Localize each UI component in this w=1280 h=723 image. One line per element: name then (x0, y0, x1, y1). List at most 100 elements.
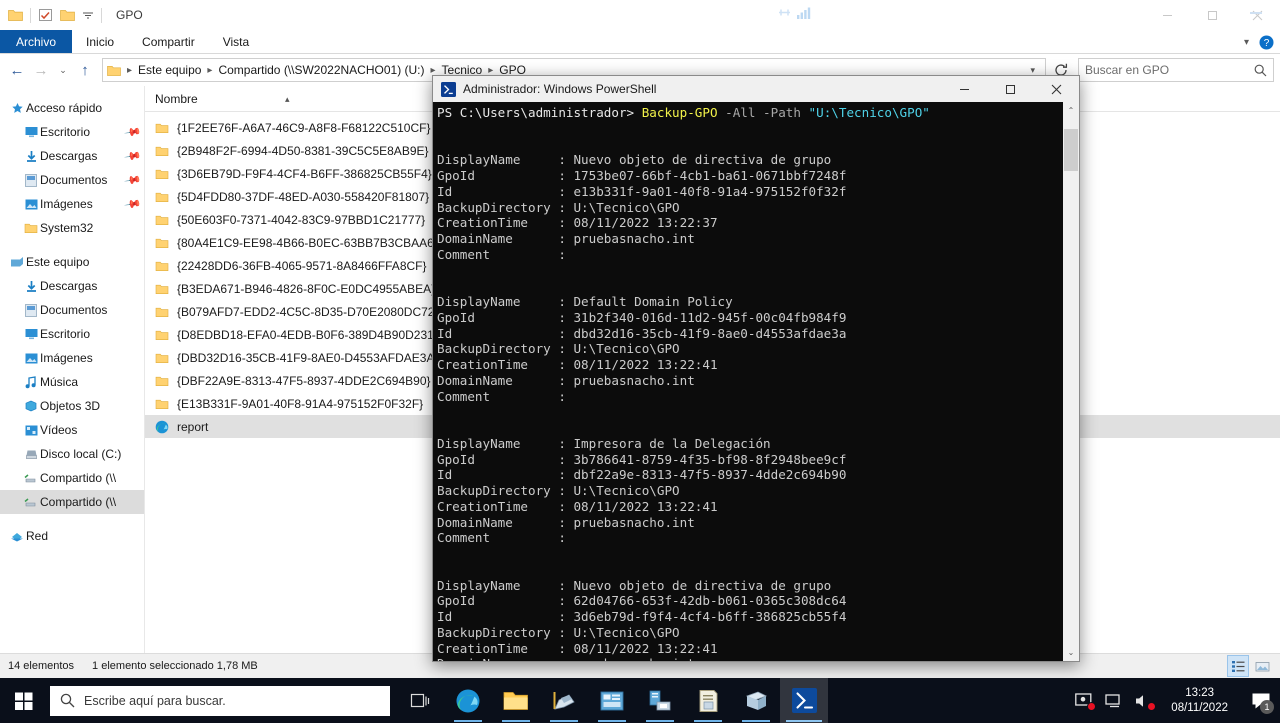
properties-checkbox-icon[interactable] (38, 8, 53, 22)
sidebar-label: Objetos 3D (40, 399, 101, 413)
powershell-console[interactable]: PS C:\Users\administrador> Backup-GPO -A… (433, 102, 1062, 661)
taskbar-app-powershell[interactable] (780, 678, 828, 723)
powershell-close-button[interactable] (1033, 76, 1079, 102)
folder-icon (155, 375, 177, 387)
powershell-titlebar[interactable]: Administrador: Windows PowerShell (433, 76, 1079, 102)
pin-icon[interactable]: 📌 (124, 195, 143, 214)
action-center-button[interactable]: 1 (1246, 678, 1276, 723)
help-icon[interactable]: ? (1259, 35, 1274, 50)
column-header-nombre[interactable]: Nombre (155, 92, 198, 106)
recent-locations-button[interactable]: ⌄ (54, 58, 72, 82)
sidebar-item-escritorio-qa[interactable]: Escritorio 📌 (0, 120, 144, 144)
explorer-close-button[interactable] (1235, 0, 1280, 30)
sidebar-item-descargas[interactable]: Descargas (0, 274, 144, 298)
up-button[interactable]: ↑ (74, 58, 96, 82)
new-folder-icon[interactable] (60, 8, 75, 22)
console-field-line: DisplayName : Nuevo objeto de directiva … (437, 577, 832, 593)
search-box[interactable] (1078, 58, 1274, 82)
sidebar-label: Documentos (40, 173, 108, 187)
ribbon-right-controls: ▾ ? (1244, 30, 1274, 54)
sidebar-item-red[interactable]: Red (0, 524, 144, 548)
taskbar-app-event-viewer[interactable] (684, 678, 732, 723)
star-icon (8, 102, 26, 115)
sidebar-label: Documentos (40, 303, 108, 317)
tab-vista[interactable]: Vista (209, 30, 263, 53)
volume-muted-icon[interactable] (1135, 693, 1157, 711)
customize-chevron-icon[interactable] (82, 9, 94, 21)
file-name: {D8EDBD18-EFA0-4EDB-B0F6-389D4B90D231} (177, 327, 438, 342)
sidebar-label: Acceso rápido (26, 101, 103, 115)
sidebar-item-documentos-qa[interactable]: Documentos 📌 (0, 168, 144, 192)
sidebar-label: Escritorio (40, 125, 91, 139)
pin-icon[interactable]: 📌 (124, 147, 143, 166)
sidebar-label: Imágenes (40, 351, 93, 365)
scroll-down-arrow-icon[interactable]: ⌄ (1063, 644, 1079, 661)
powershell-scrollbar[interactable]: ⌃ ⌄ (1062, 102, 1079, 661)
scroll-up-arrow-icon[interactable]: ⌃ (1063, 102, 1079, 119)
pin-icon[interactable]: 📌 (124, 171, 143, 190)
clock[interactable]: 13:23 08/11/2022 (1165, 686, 1234, 716)
forward-button[interactable]: → (30, 58, 52, 82)
sidebar-item-imagenes[interactable]: Imágenes (0, 346, 144, 370)
taskbar-app-dns-manager[interactable] (588, 678, 636, 723)
tab-inicio[interactable]: Inicio (72, 30, 128, 53)
search-input[interactable] (1085, 63, 1254, 77)
taskbar-app-print-management[interactable] (636, 678, 684, 723)
sidebar-item-system32[interactable]: System32 (0, 216, 144, 240)
taskbar-app-server-manager[interactable] (540, 678, 588, 723)
chevron-down-icon[interactable]: ▾ (1244, 37, 1249, 48)
folder-icon (155, 398, 177, 410)
explorer-titlebar[interactable]: GPO (0, 0, 1280, 30)
powershell-minimize-button[interactable] (941, 76, 987, 102)
network-icon[interactable] (1105, 693, 1123, 709)
taskbar-app-file-explorer[interactable] (492, 678, 540, 723)
taskbar-search-box[interactable]: Escribe aquí para buscar. (50, 685, 390, 716)
svg-text:?: ? (1264, 38, 1270, 49)
desktop-icon (22, 126, 40, 138)
sidebar-item-documentos[interactable]: Documentos (0, 298, 144, 322)
explorer-maximize-button[interactable] (1190, 0, 1235, 30)
chevron-down-icon[interactable]: ▾ (1024, 65, 1041, 76)
sidebar-item-escritorio[interactable]: Escritorio (0, 322, 144, 346)
pin-icon[interactable]: 📌 (124, 123, 143, 142)
powershell-maximize-button[interactable] (987, 76, 1033, 102)
sidebar-item-videos[interactable]: Vídeos (0, 418, 144, 442)
console-field-line: Id : 3d6eb79d-f9f4-4cf4-b6ff-386825cb55f… (437, 609, 847, 624)
back-button[interactable]: ← (6, 58, 28, 82)
task-view-icon (410, 693, 430, 707)
sidebar-item-compartido-1[interactable]: Compartido (\\ (0, 466, 144, 490)
large-icons-view-button[interactable] (1252, 656, 1272, 676)
console-field-line: DomainName : pruebasnacho.int (437, 514, 695, 530)
explorer-minimize-button[interactable] (1145, 0, 1190, 30)
sidebar-item-descargas-qa[interactable]: Descargas 📌 (0, 144, 144, 168)
start-button[interactable] (0, 678, 48, 723)
sidebar-item-acceso-rapido[interactable]: Acceso rápido (0, 96, 144, 120)
breadcrumb-item-1[interactable]: Compartido (\\SW2022NACHO01) (U:) (215, 63, 427, 77)
task-view-button[interactable] (396, 678, 444, 723)
console-field-line: CreationTime : 08/11/2022 13:22:41 (437, 498, 718, 514)
explorer-window-controls (1145, 0, 1280, 30)
sidebar-item-musica[interactable]: Música (0, 370, 144, 394)
quick-access-toolbar: GPO (0, 7, 143, 23)
taskbar-app-group-policy-management[interactable] (732, 678, 780, 723)
sidebar-item-imagenes-qa[interactable]: Imágenes 📌 (0, 192, 144, 216)
details-view-button[interactable] (1227, 655, 1249, 677)
breadcrumb-item-0[interactable]: Este equipo (135, 63, 204, 77)
sidebar-item-compartido-2[interactable]: Compartido (\\ (0, 490, 144, 514)
sidebar-item-disco-local-c[interactable]: Disco local (C:) (0, 442, 144, 466)
scrollbar-track[interactable] (1063, 119, 1079, 644)
sidebar-item-este-equipo[interactable]: Este equipo (0, 250, 144, 274)
documents-icon (22, 173, 40, 187)
tab-compartir[interactable]: Compartir (128, 30, 209, 53)
remote-desktop-icon[interactable] (1075, 692, 1097, 711)
status-badge (1147, 701, 1157, 711)
background-window-minimize[interactable] (1250, 12, 1262, 14)
folder-icon (155, 260, 177, 272)
taskbar-app-edge[interactable] (444, 678, 492, 723)
folder-icon[interactable] (8, 8, 23, 22)
folder-icon (155, 352, 177, 364)
scrollbar-thumb[interactable] (1064, 129, 1078, 171)
sidebar-item-objetos-3d[interactable]: Objetos 3D (0, 394, 144, 418)
tab-archivo[interactable]: Archivo (0, 30, 73, 53)
